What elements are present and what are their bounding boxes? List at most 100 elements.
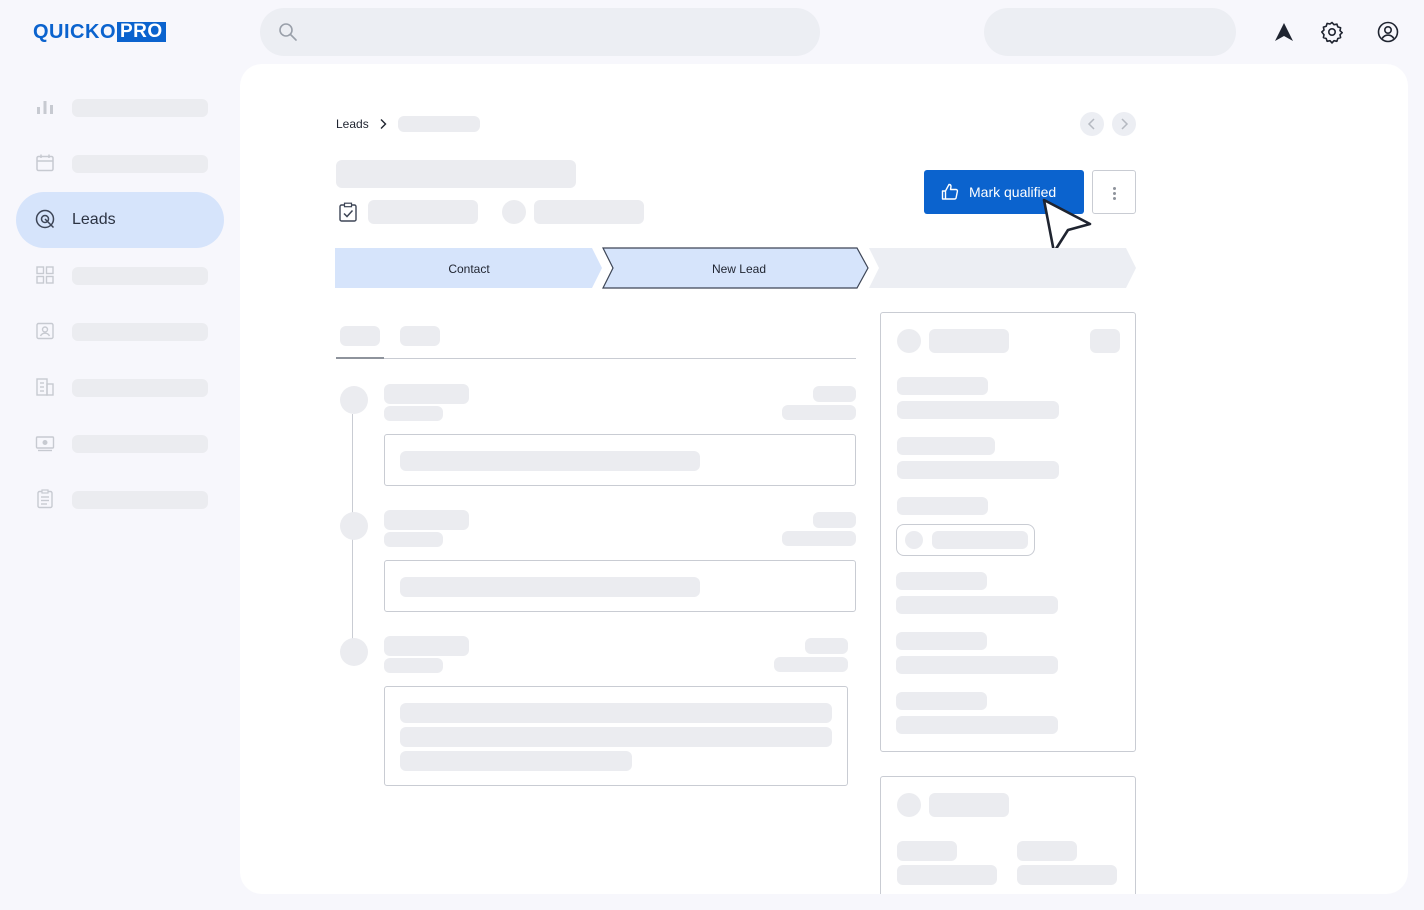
record-meta-placeholder xyxy=(368,200,478,224)
timeline-item-time xyxy=(782,405,856,420)
tab-activity[interactable] xyxy=(340,326,380,346)
related-card-title xyxy=(929,793,1009,817)
more-dot xyxy=(1113,197,1116,200)
chevron-right-icon xyxy=(380,119,387,129)
building-icon xyxy=(36,378,54,396)
stage-new-lead-label[interactable]: New Lead xyxy=(604,262,874,276)
sidebar-item-label xyxy=(72,99,208,117)
timeline-item-text xyxy=(400,577,700,597)
account-icon[interactable] xyxy=(1376,20,1400,44)
timeline-item-subtitle xyxy=(384,658,443,673)
more-dot xyxy=(1113,192,1116,195)
timeline-item-time xyxy=(774,657,848,672)
sidebar-item-leads[interactable]: Leads xyxy=(16,192,224,248)
related-card-icon xyxy=(897,793,921,817)
clipboard-check-icon xyxy=(339,202,357,222)
field-value xyxy=(897,401,1059,419)
timeline-item-subtitle xyxy=(384,532,443,547)
sidebar-item-dashboard[interactable] xyxy=(16,80,224,136)
field-label xyxy=(897,377,988,395)
more-dot xyxy=(1113,187,1116,190)
page-bottom-gutter xyxy=(240,894,1424,910)
field-value xyxy=(897,865,997,885)
more-actions-button[interactable] xyxy=(1092,170,1136,214)
sidebar-item-leads-label: Leads xyxy=(72,211,116,228)
tabs-divider xyxy=(336,358,856,359)
logo-text: QUICKO xyxy=(33,20,116,43)
topbar-placeholder xyxy=(984,8,1236,56)
owner-name-placeholder xyxy=(534,200,644,224)
leads-icon xyxy=(35,209,55,229)
field-label xyxy=(897,841,957,861)
sidebar-item-companies[interactable] xyxy=(16,360,224,416)
field-value xyxy=(896,656,1058,674)
field-value xyxy=(897,461,1059,479)
sidebar-item-calendar[interactable] xyxy=(16,136,224,192)
chevron-left-icon xyxy=(1087,118,1095,130)
app-logo[interactable]: QUICKO PRO xyxy=(33,21,166,43)
timeline-item-title xyxy=(384,636,469,656)
timeline-item-text xyxy=(400,451,700,471)
sidebar-item-tasks[interactable] xyxy=(16,472,224,528)
field-label xyxy=(896,632,987,650)
timeline-dot xyxy=(340,386,368,414)
chip-avatar xyxy=(905,531,923,549)
field-label xyxy=(897,437,995,455)
clipboard-icon xyxy=(37,489,53,509)
money-icon xyxy=(35,436,55,452)
thumbs-up-icon xyxy=(941,183,959,200)
tab-details[interactable] xyxy=(400,326,440,346)
logo-badge: PRO xyxy=(117,22,166,42)
breadcrumb-leads[interactable]: Leads xyxy=(336,117,369,131)
tab-active-indicator xyxy=(336,357,384,359)
grid-icon xyxy=(36,266,54,284)
field-label xyxy=(896,692,987,710)
timeline-dot xyxy=(340,512,368,540)
timeline-item-body[interactable] xyxy=(384,434,856,486)
field-value xyxy=(896,716,1058,734)
chart-icon xyxy=(37,101,53,114)
field-value xyxy=(896,596,1058,614)
search-input[interactable] xyxy=(260,8,820,56)
next-record-button[interactable] xyxy=(1112,112,1136,136)
timeline-item-time xyxy=(782,531,856,546)
timeline-item-text xyxy=(400,751,632,771)
sidebar-item-label xyxy=(72,323,208,341)
breadcrumb-current-placeholder xyxy=(398,116,480,132)
sidebar-item-label xyxy=(72,155,208,173)
chip-label xyxy=(932,531,1028,549)
sidebar-item-label xyxy=(72,435,208,453)
search-icon xyxy=(279,23,297,41)
navigation-icon[interactable] xyxy=(1272,20,1296,44)
prev-record-button[interactable] xyxy=(1080,112,1104,136)
timeline-item-subtitle xyxy=(384,406,443,421)
field-label xyxy=(1017,841,1077,861)
related-card xyxy=(880,776,1136,910)
sidebar-item-apps[interactable] xyxy=(16,248,224,304)
calendar-icon xyxy=(36,154,54,172)
details-card-icon xyxy=(897,329,921,353)
chevron-right-icon xyxy=(1121,118,1129,130)
timeline-item-date xyxy=(813,512,856,528)
field-label xyxy=(896,572,987,590)
contact-card-icon xyxy=(36,322,54,340)
timeline-item-text xyxy=(400,703,832,723)
record-title-placeholder xyxy=(336,160,576,188)
field-value xyxy=(1017,865,1117,885)
owner-chip[interactable] xyxy=(896,524,1035,556)
timeline-item-body[interactable] xyxy=(384,560,856,612)
sidebar-item-label xyxy=(72,379,208,397)
details-card-action[interactable] xyxy=(1090,329,1120,353)
timeline-item-title xyxy=(384,384,469,404)
gear-icon[interactable] xyxy=(1320,20,1344,44)
sidebar-item-contacts[interactable] xyxy=(16,304,224,360)
timeline-item-body[interactable] xyxy=(384,686,848,786)
sidebar-item-label xyxy=(72,267,208,285)
stage-contact-label[interactable]: Contact xyxy=(334,262,604,276)
sidebar-item-deals[interactable] xyxy=(16,416,224,472)
stage-next xyxy=(869,248,1136,288)
timeline-item-text xyxy=(400,727,832,747)
timeline-item-date xyxy=(805,638,848,654)
sidebar-item-label xyxy=(72,491,208,509)
timeline-item-date xyxy=(813,386,856,402)
